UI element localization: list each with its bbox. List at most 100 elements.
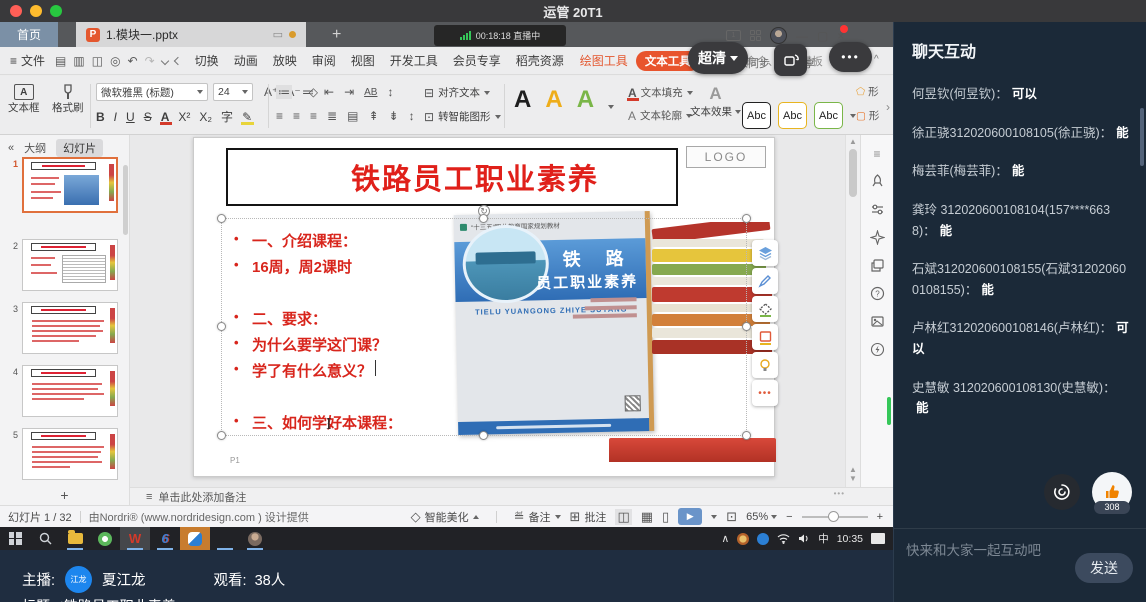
close-button[interactable]: × (837, 29, 844, 43)
idea-button[interactable] (752, 352, 778, 378)
slide-thumbnail-4[interactable]: 4 (6, 365, 118, 417)
para-space-down-icon[interactable]: ⇟ (389, 109, 399, 123)
slide-body-text[interactable]: •一、介绍课程： •16周，周2课时 •二、要求： •为什么要学这门课？ •学了… (234, 230, 534, 438)
tab-view[interactable]: 视图 (351, 52, 375, 69)
new-slide-button[interactable]: + (0, 487, 130, 505)
slide-thumbnail-1[interactable]: 1 (6, 157, 118, 213)
text-outline-button[interactable]: A 文本轮廓 (628, 108, 692, 123)
wordart-style-yellow[interactable]: Abc (778, 102, 807, 129)
file-menu[interactable]: ≡ 文件 (0, 52, 55, 69)
help-icon[interactable]: ? (869, 285, 886, 302)
slide-canvas[interactable]: 铁路员工职业素养 LOGO “十三五”职业教育国家规划教材 铁 路 员工职业素养… (130, 135, 845, 487)
text-preset-black-button[interactable]: A (514, 88, 531, 112)
more-tools-button[interactable]: ••• (752, 380, 778, 406)
image-tool-icon[interactable] (869, 313, 886, 330)
subscript-button[interactable]: X₂ (199, 110, 212, 124)
save-icon[interactable]: ▤ (55, 54, 66, 68)
zoom-in-button[interactable]: + (877, 511, 883, 523)
live-app-button[interactable] (180, 527, 210, 550)
tab-document[interactable]: P 1.模块一.pptx ▭ (76, 22, 306, 47)
frame-button[interactable] (752, 324, 778, 350)
more-actions-button[interactable]: ••• (829, 42, 872, 72)
link-loop-button[interactable] (1044, 474, 1080, 510)
tab-outline[interactable]: 大纲 (24, 140, 46, 156)
tray-blue-icon[interactable] (757, 533, 769, 545)
restore-button[interactable]: ▢ (817, 29, 828, 43)
zoom-level[interactable]: 65% (746, 511, 777, 523)
bullet-list-icon[interactable]: ≔ (276, 85, 292, 99)
distribute-icon[interactable]: ▤ (347, 109, 358, 123)
underline-button[interactable]: U (126, 110, 135, 124)
text-fill-button[interactable]: A 文本填充 (628, 85, 693, 100)
browser-360-button[interactable] (90, 527, 120, 550)
smart-beautify-button[interactable]: ◇ 智能美化 (411, 509, 479, 525)
zoom-out-button[interactable]: − (786, 511, 792, 523)
slide-thumbnail-3[interactable]: 3 (6, 302, 118, 354)
slideshow-play-button[interactable]: ▶ (678, 508, 702, 525)
wordart-style-green[interactable]: Abc (814, 102, 843, 129)
taskbar-app-8[interactable] (240, 527, 270, 550)
zoom-slider-handle[interactable] (828, 511, 839, 522)
collapse-panel-icon[interactable]: « (8, 142, 14, 154)
zoom-slider[interactable] (802, 516, 868, 518)
video-quality-button[interactable]: 超清 (688, 42, 748, 74)
shape-button[interactable] (752, 296, 778, 322)
font-color-button[interactable]: A (161, 110, 170, 124)
numbered-list-icon[interactable]: ≕ (302, 85, 314, 99)
chat-scrollbar[interactable] (1140, 108, 1144, 166)
rocket-icon[interactable] (869, 173, 886, 190)
text-preset-green-button[interactable]: A (577, 88, 594, 112)
quick-access-dropdown-icon[interactable] (160, 56, 168, 64)
resize-handle[interactable] (217, 214, 226, 223)
chat-message-list[interactable]: 何昱钦(何昱钦)：可以 徐正骁312020600108105(徐正骁)：能 梅芸… (912, 84, 1130, 419)
pen-button[interactable] (752, 268, 778, 294)
slide-thumbnail-5[interactable]: 5 (6, 428, 118, 480)
print-icon[interactable]: ◫ (92, 54, 103, 68)
increase-indent-icon[interactable]: ⇥ (344, 85, 354, 99)
para-space-up-icon[interactable]: ⇞ (368, 109, 378, 123)
wps-taskbar-button[interactable]: W (120, 527, 150, 550)
text-effect-button[interactable]: A 文本效果 (690, 84, 741, 119)
settings-sliders-icon[interactable] (869, 201, 886, 218)
start-button[interactable] (0, 527, 30, 550)
taskbar-search-button[interactable] (30, 527, 60, 550)
print-preview-icon[interactable]: ◎ (110, 54, 120, 68)
rotate-screen-button[interactable] (774, 44, 807, 76)
font-size-select[interactable]: 24 (213, 83, 253, 101)
normal-view-button[interactable]: ◫ (615, 509, 631, 525)
superscript-button[interactable]: X² (178, 110, 190, 124)
chat-input[interactable] (906, 543, 1056, 558)
scroll-up-icon[interactable]: ▲ (849, 137, 857, 146)
close-traffic-icon[interactable] (10, 5, 22, 17)
notes-placeholder-bar[interactable]: ≡ 单击此处添加备注 (130, 487, 893, 505)
text-preset-yellow-button[interactable]: A (545, 88, 562, 112)
shape-fill-button[interactable]: ⬠ 形 (856, 84, 879, 99)
line-spacing-icon[interactable]: ↕ (387, 85, 393, 99)
notes-more-icon[interactable]: ••• (834, 489, 845, 498)
slide-sorter-icon[interactable] (750, 30, 761, 41)
slide-1[interactable]: 铁路员工职业素养 LOGO “十三五”职业教育国家规划教材 铁 路 员工职业素养… (193, 137, 775, 477)
tab-transitions[interactable]: 切换 (195, 52, 219, 69)
flash-icon[interactable] (869, 341, 886, 358)
tray-expand-icon[interactable]: ∧ (722, 533, 730, 545)
file-explorer-button[interactable] (60, 527, 90, 550)
send-button[interactable]: 发送 (1075, 553, 1133, 583)
fit-slide-icon[interactable]: ⊡ (726, 509, 737, 525)
sidebar-menu-icon[interactable]: ≡ (869, 145, 886, 162)
volume-icon[interactable] (798, 533, 810, 544)
duplicate-icon[interactable] (869, 257, 886, 274)
next-slide-icon[interactable]: ▼ (849, 474, 857, 483)
slide-sorter-view-button[interactable]: ▦ (641, 509, 653, 525)
new-tab-button[interactable]: + (332, 22, 341, 47)
justify-icon[interactable]: ≣ (327, 109, 337, 123)
format-painter-button[interactable]: 格式刷 (52, 84, 84, 115)
strikethrough-button[interactable]: S (144, 110, 152, 124)
slide-title-box[interactable]: 铁路员工职业素养 (226, 148, 678, 206)
align-left-icon[interactable]: ≡ (276, 109, 283, 123)
tab-drawing-tools[interactable]: 绘图工具 (580, 52, 628, 69)
taskbar-app-7[interactable] (210, 527, 240, 550)
tray-app-icon[interactable] (737, 533, 749, 545)
play-options-icon[interactable] (711, 515, 717, 519)
host-avatar[interactable]: 江龙 (65, 566, 92, 593)
font-name-select[interactable]: 微软雅黑 (标题) (96, 83, 208, 101)
